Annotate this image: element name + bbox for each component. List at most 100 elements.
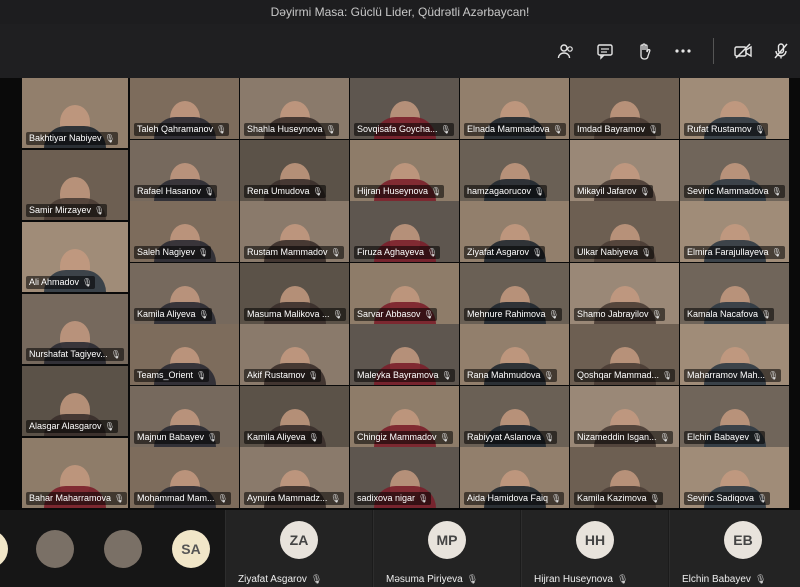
video-tile[interactable]: Elchin Babayev 🎙 xyxy=(680,386,789,447)
video-tile[interactable]: Taleh Qahramanov 🎙 xyxy=(130,78,239,139)
video-tile[interactable]: Kamila Aliyeva 🎙 xyxy=(130,263,239,324)
video-tile[interactable]: Saleh Nagiyev 🎙 xyxy=(130,201,239,262)
participant-name-label: Teams_Orient 🎙 xyxy=(134,369,210,382)
participant-name-label: Maharramov Mah... 🎙 xyxy=(684,369,782,382)
participant-initials-avatar: MP xyxy=(428,521,466,559)
participant-card[interactable]: MP Məsuma Piriyeva 🎙 xyxy=(373,510,520,587)
participants-icon[interactable] xyxy=(553,38,579,64)
participant-name: Rena Umudova xyxy=(247,186,310,196)
video-tile[interactable]: Kamila Aliyeva 🎙 xyxy=(240,386,349,447)
video-tile[interactable]: Bakhtiyar Nabiyev 🎙 xyxy=(22,78,128,148)
chat-icon[interactable] xyxy=(592,38,618,64)
video-tile[interactable]: Rustam Mammadov 🎙 xyxy=(240,201,349,262)
more-icon[interactable] xyxy=(670,38,696,64)
participant-name: Elchin Babayev xyxy=(687,432,750,442)
mic-icon: 🎙 xyxy=(768,371,779,380)
video-tile[interactable]: Rabiyyat Aslanova 🎙 xyxy=(460,386,569,447)
video-tile[interactable]: Hijran Huseynova 🎙 xyxy=(350,140,459,201)
video-tile[interactable]: Nizameddin Isgan... 🎙 xyxy=(570,386,679,447)
video-tile[interactable]: Aynura Mammadz... 🎙 xyxy=(240,447,349,508)
participant-name-label: Masuma Malikova ... 🎙 xyxy=(244,308,346,321)
participant-name-label: Rena Umudova 🎙 xyxy=(244,185,326,198)
video-tile[interactable]: Aida Hamidova Faiq 🎙 xyxy=(460,447,569,508)
video-tile[interactable]: Elmira Farajullayeva 🎙 xyxy=(680,201,789,262)
mic-icon: 🎙 xyxy=(198,310,209,319)
participant-avatar-partial[interactable] xyxy=(0,530,8,568)
video-tile[interactable]: hamzagaorucov 🎙 xyxy=(460,140,569,201)
participant-name: Teams_Orient xyxy=(137,370,194,380)
participant-card[interactable]: ZA Ziyafat Asgarov 🎙 xyxy=(225,510,372,587)
participant-name-label: Sovqisafa Goycha... 🎙 xyxy=(354,123,454,136)
mic-icon: 🎙 xyxy=(312,187,323,196)
video-tile[interactable]: Imdad Bayramov 🎙 xyxy=(570,78,679,139)
video-tile[interactable]: Masuma Malikova ... 🎙 xyxy=(240,263,349,324)
participant-name-label: Elchin Babayev 🎙 xyxy=(684,431,766,444)
participant-name-label: sadixova nigar 🎙 xyxy=(354,492,432,505)
video-tile[interactable]: Ulkar Nabiyeva 🎙 xyxy=(570,201,679,262)
video-tile[interactable]: Sarvar Abbasov 🎙 xyxy=(350,263,459,324)
video-tile[interactable]: Samir Mirzayev 🎙 xyxy=(22,150,128,220)
mic-icon: 🎙 xyxy=(662,371,673,380)
participant-card[interactable]: EB Elchin Babayev 🎙 xyxy=(669,510,800,587)
participant-initials-avatar[interactable]: SA xyxy=(172,530,210,568)
video-tile[interactable]: Chingiz Mammadov 🎙 xyxy=(350,386,459,447)
participant-avatar[interactable] xyxy=(104,530,142,568)
participant-name: Elmira Farajullayeva xyxy=(687,247,769,257)
video-tile[interactable]: Kamila Kazimova 🎙 xyxy=(570,447,679,508)
video-tile[interactable]: Mohammad Mam... 🎙 xyxy=(130,447,239,508)
video-tile[interactable]: Akif Rustamov 🎙 xyxy=(240,324,349,385)
video-tile[interactable]: Alasgar Alasgarov 🎙 xyxy=(22,366,128,436)
participant-name-label: Taleh Qahramanov 🎙 xyxy=(134,123,230,136)
video-tile[interactable]: Rufat Rustamov 🎙 xyxy=(680,78,789,139)
video-tile[interactable]: Rafael Hasanov 🎙 xyxy=(130,140,239,201)
video-tile[interactable]: Mehnure Rahimova 🎙 xyxy=(460,263,569,324)
video-tile[interactable]: Firuza Aghayeva 🎙 xyxy=(350,201,459,262)
video-tile[interactable]: Ziyafat Asgarov 🎙 xyxy=(460,201,569,262)
mic-icon: 🎙 xyxy=(82,278,93,287)
video-tile[interactable]: sadixova nigar 🎙 xyxy=(350,447,459,508)
participant-card[interactable]: HH Hijran Huseynova 🎙 xyxy=(521,510,668,587)
video-tile[interactable]: Shamo Jabrayilov 🎙 xyxy=(570,263,679,324)
video-tile[interactable]: Maharramov Mah... 🎙 xyxy=(680,324,789,385)
video-tile[interactable]: Majnun Babayev 🎙 xyxy=(130,386,239,447)
participant-name: Shahla Huseynova xyxy=(247,124,323,134)
video-tile[interactable]: Elnada Mammadova 🎙 xyxy=(460,78,569,139)
mic-off-icon[interactable] xyxy=(768,38,794,64)
camera-off-icon[interactable] xyxy=(730,38,756,64)
video-tile[interactable]: Qoshqar Mammad... 🎙 xyxy=(570,324,679,385)
video-tile[interactable]: Rana Mahmudova 🎙 xyxy=(460,324,569,385)
participant-name-label: Samir Mirzayev 🎙 xyxy=(26,204,108,217)
participant-name: Qoshqar Mammad... xyxy=(577,370,660,380)
participant-name: Rana Mahmudova xyxy=(467,370,541,380)
video-tile[interactable]: Rena Umudova 🎙 xyxy=(240,140,349,201)
video-tile[interactable]: Ali Ahmadov 🎙 xyxy=(22,222,128,292)
video-tile[interactable]: Sevinc Mammadova 🎙 xyxy=(680,140,789,201)
video-tile[interactable]: Mikayil Jafarov 🎙 xyxy=(570,140,679,201)
raise-hand-icon[interactable] xyxy=(631,38,657,64)
mic-icon: 🎙 xyxy=(440,125,451,134)
participant-name-label: Rufat Rustamov 🎙 xyxy=(684,123,768,136)
participant-name-label: Mehnure Rahimova 🎙 xyxy=(464,308,562,321)
video-tile[interactable]: Teams_Orient 🎙 xyxy=(130,324,239,385)
video-tile[interactable]: Bahar Maharramova 🎙 xyxy=(22,438,128,508)
video-grid: Taleh Qahramanov 🎙 Shahla Huseynova 🎙 Sovqis… xyxy=(130,78,789,510)
video-tile[interactable]: Kamala Nacafova 🎙 xyxy=(680,263,789,324)
video-tile[interactable]: Shahla Huseynova 🎙 xyxy=(240,78,349,139)
video-tile[interactable]: Sovqisafa Goycha... 🎙 xyxy=(350,78,459,139)
participant-name-label: Maleyka Bayramova 🎙 xyxy=(354,369,455,382)
video-tile[interactable]: Sevinc Sadiqova 🎙 xyxy=(680,447,789,508)
left-video-column: Bakhtiyar Nabiyev 🎙 Samir Mirzayev 🎙 Ali Ahm… xyxy=(22,78,130,510)
video-tile[interactable]: Nurshafat Tagiyev... 🎙 xyxy=(22,294,128,364)
participant-name-label: Aida Hamidova Faiq 🎙 xyxy=(464,492,565,505)
mic-icon: 🎙 xyxy=(761,310,772,319)
mic-icon: 🎙 xyxy=(754,125,765,134)
participant-name-label: Shamo Jabrayilov 🎙 xyxy=(574,308,665,321)
participant-name: Ziyafat Asgarov xyxy=(238,574,307,585)
mic-icon: 🎙 xyxy=(532,248,543,257)
mic-icon: 🎙 xyxy=(648,125,659,134)
participant-avatar[interactable] xyxy=(36,530,74,568)
participant-name: Kamila Kazimova xyxy=(577,493,647,503)
mic-icon: 🎙 xyxy=(196,371,207,380)
participant-name-label: Nurshafat Tagiyev... 🎙 xyxy=(26,348,124,361)
video-tile[interactable]: Maleyka Bayramova 🎙 xyxy=(350,324,459,385)
